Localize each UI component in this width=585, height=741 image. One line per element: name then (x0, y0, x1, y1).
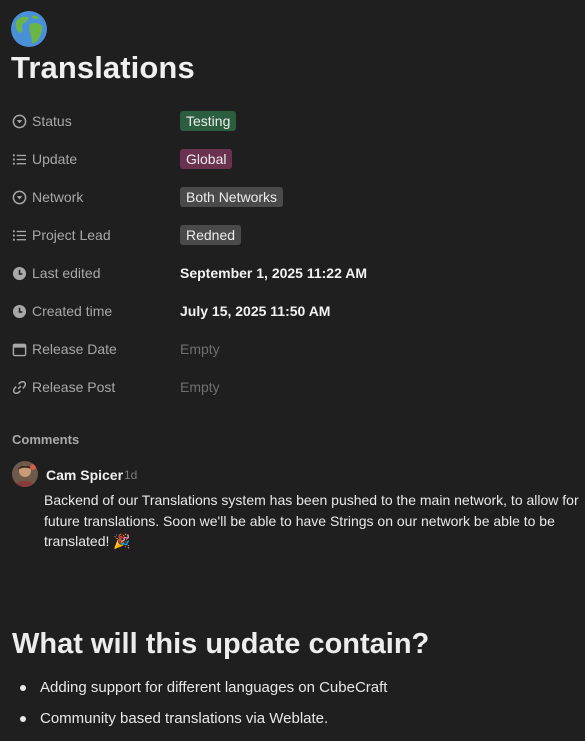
property-value[interactable]: Testing (180, 111, 237, 131)
link-icon (12, 380, 27, 395)
property-row-project-lead[interactable]: Project Lead Redned (0, 216, 585, 254)
property-text: July 15, 2025 11:50 AM (180, 303, 331, 319)
property-key[interactable]: Created time (12, 301, 112, 321)
property-tag: Redned (180, 225, 242, 245)
bullet-text: Adding support for different languages o… (40, 679, 388, 696)
status-icon (12, 190, 27, 205)
list-icon (12, 228, 27, 243)
property-label: Status (32, 113, 72, 129)
bullet-dot (20, 716, 26, 722)
property-tag: Testing (180, 111, 237, 131)
property-key[interactable]: Network (12, 187, 83, 207)
property-key[interactable]: Last edited (12, 263, 101, 283)
property-value[interactable]: September 1, 2025 11:22 AM (180, 263, 367, 283)
property-label: Project Lead (32, 227, 111, 243)
property-label: Created time (32, 303, 113, 319)
property-key[interactable]: Update (12, 149, 77, 169)
property-row-created-time[interactable]: Created time July 15, 2025 11:50 AM (0, 292, 585, 330)
calendar-icon (12, 342, 27, 357)
bullet-text: Community based translations via Weblate… (40, 710, 329, 727)
property-label: Release Date (32, 341, 117, 357)
property-empty: Empty (180, 379, 220, 395)
property-label: Update (32, 151, 78, 167)
property-key[interactable]: Status (12, 111, 72, 131)
property-value[interactable]: Both Networks (180, 187, 284, 207)
clock-icon (12, 266, 27, 281)
clock-icon (12, 304, 27, 319)
comment-text: Backend of our Translations system has b… (44, 492, 579, 549)
avatar[interactable] (12, 461, 38, 487)
page-title: Translations (11, 50, 195, 85)
property-key[interactable]: Project Lead (12, 225, 111, 245)
property-row-release-post[interactable]: Release Post Empty (0, 368, 585, 406)
property-key[interactable]: Release Date (12, 339, 117, 359)
property-row-update[interactable]: Update Global (0, 140, 585, 178)
properties-list: Status Testing Update Global Network Both Net… (0, 102, 585, 406)
comment-timestamp: 1d (124, 468, 138, 482)
property-label: Network (32, 189, 84, 205)
comments-heading: Comments (12, 432, 80, 447)
property-label: Last edited (32, 265, 101, 281)
property-value[interactable]: July 15, 2025 11:50 AM (180, 301, 330, 321)
property-tag: Global (180, 149, 233, 169)
property-empty: Empty (180, 341, 220, 357)
property-row-network[interactable]: Network Both Networks (0, 178, 585, 216)
property-value[interactable]: Global (180, 149, 233, 169)
property-row-status[interactable]: Status Testing (0, 102, 585, 140)
status-icon (12, 114, 27, 129)
section-heading: What will this update contain? (12, 628, 430, 660)
property-value[interactable]: Empty (180, 339, 220, 359)
bullet-dot (20, 685, 26, 691)
property-tag: Both Networks (180, 187, 284, 207)
property-value[interactable]: Redned (180, 225, 242, 245)
comment-author[interactable]: Cam Spicer (46, 467, 123, 483)
property-key[interactable]: Release Post (12, 377, 115, 397)
list-icon (12, 152, 27, 167)
property-label: Release Post (32, 379, 116, 395)
property-row-release-date[interactable]: Release Date Empty (0, 330, 585, 368)
property-row-last-edited[interactable]: Last edited September 1, 2025 11:22 AM (0, 254, 585, 292)
property-value[interactable]: Empty (180, 377, 220, 397)
globe-icon[interactable] (10, 10, 48, 48)
property-text: September 1, 2025 11:22 AM (180, 265, 368, 281)
